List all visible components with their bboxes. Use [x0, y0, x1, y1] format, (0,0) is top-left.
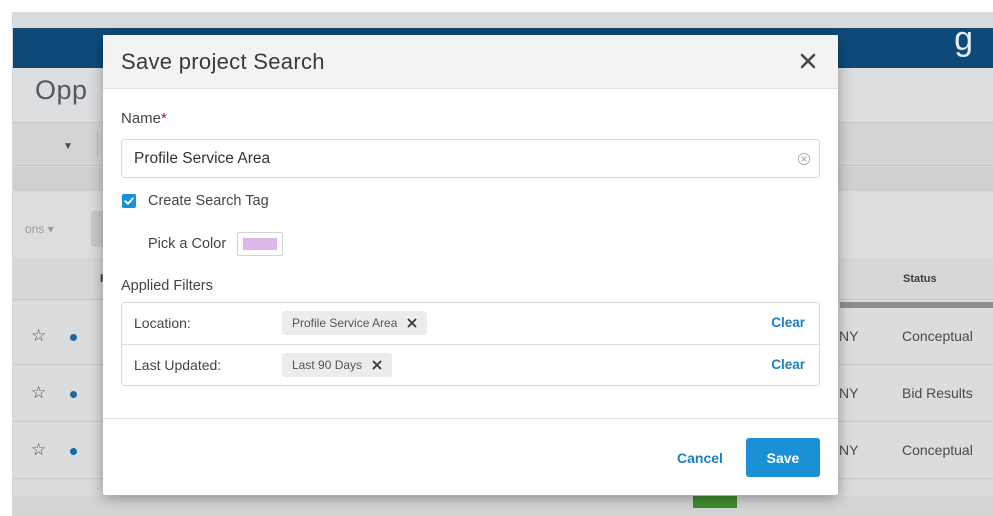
unread-dot-icon [70, 334, 77, 341]
filter-chip: Profile Service Area [282, 311, 428, 335]
selected-color [243, 238, 277, 250]
actions-label: ons [25, 222, 45, 236]
table-row-partial [13, 496, 993, 516]
filter-name: Last Updated: [134, 357, 222, 373]
remove-filter-icon[interactable] [372, 360, 382, 370]
dialog-header: Save project Search [103, 35, 838, 89]
cancel-button[interactable]: Cancel [677, 450, 723, 466]
unread-dot-icon [70, 448, 77, 455]
chevron-down-icon[interactable]: ▼ [63, 141, 73, 152]
create-tag-checkbox[interactable] [122, 194, 136, 208]
header-divider [840, 302, 993, 308]
name-field[interactable] [121, 139, 820, 178]
name-label-text: Name [121, 110, 162, 127]
column-header-status[interactable]: Status [903, 273, 937, 285]
logo-fragment: ɡ [954, 20, 973, 58]
clear-filter-button[interactable]: Clear [771, 357, 805, 372]
filter-chip: Last 90 Days [282, 353, 393, 377]
status-indicator [693, 496, 737, 508]
star-icon[interactable]: ☆ [31, 326, 46, 346]
filter-chip-value: Profile Service Area [292, 316, 398, 330]
applied-filters-list: Location: Profile Service Area Clear Las… [121, 302, 820, 386]
filter-divider [97, 130, 98, 158]
create-tag-label[interactable]: Create Search Tag [148, 193, 269, 209]
clear-circle-icon[interactable] [797, 152, 811, 166]
name-input[interactable] [134, 140, 774, 177]
status-cell: Conceptual [902, 442, 973, 458]
filter-row-last-updated: Last Updated: Last 90 Days Clear [122, 344, 819, 385]
page-title: Opp [35, 75, 88, 105]
clear-filter-button[interactable]: Clear [771, 315, 805, 330]
star-icon[interactable]: ☆ [31, 383, 46, 403]
dialog-title: Save project Search [121, 49, 325, 74]
actions-dropdown[interactable]: ons ▾ [25, 222, 54, 236]
star-icon[interactable]: ☆ [31, 440, 46, 460]
unread-dot-icon [70, 391, 77, 398]
state-cell: NY [839, 328, 859, 344]
name-field-label: Name* [121, 110, 167, 127]
filter-row-location: Location: Profile Service Area Clear [122, 303, 819, 344]
save-search-dialog: Save project Search Name* Create Search … [103, 35, 838, 495]
applied-filters-label: Applied Filters [121, 278, 213, 294]
pick-color-label: Pick a Color [148, 236, 227, 252]
required-indicator: * [161, 110, 167, 127]
state-cell: NY [839, 385, 859, 401]
dialog-footer: Cancel Save [103, 418, 838, 495]
close-icon[interactable] [796, 49, 820, 73]
filter-name: Location: [134, 315, 191, 331]
status-cell: Bid Results [902, 385, 973, 401]
status-cell: Conceptual [902, 328, 973, 344]
color-picker-swatch[interactable] [237, 232, 283, 256]
filter-chip-value: Last 90 Days [292, 358, 363, 372]
save-button[interactable]: Save [746, 438, 820, 477]
state-cell: NY [839, 442, 859, 458]
remove-filter-icon[interactable] [407, 318, 417, 328]
